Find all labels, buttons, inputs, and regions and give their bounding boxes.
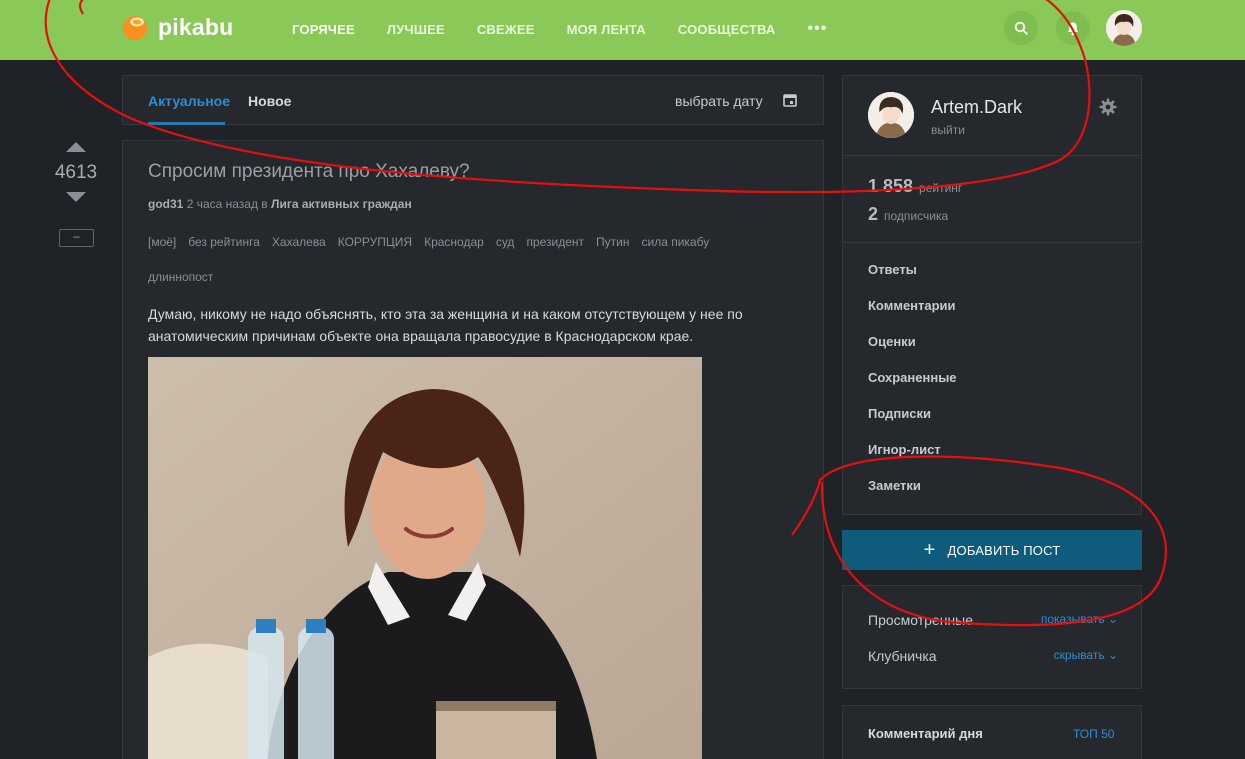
- user-avatar-icon: [1106, 10, 1142, 46]
- chevron-down-icon: ⌄: [1107, 612, 1118, 626]
- nav-communities[interactable]: СООБЩЕСТВА: [662, 22, 792, 37]
- profile-username[interactable]: Artem.Dark: [931, 97, 1022, 118]
- search-button[interactable]: [1004, 11, 1038, 45]
- menu-subscriptions[interactable]: Подписки: [868, 406, 957, 442]
- menu-ratings[interactable]: Оценки: [868, 334, 957, 370]
- top-header: pikabu ГОРЯЧЕЕ ЛУЧШЕЕ СВЕЖЕЕ МОЯ ЛЕНТА С…: [0, 0, 1245, 60]
- post-card: Спросим президента про Хахалеву? god31 2…: [122, 140, 824, 759]
- upvote-icon[interactable]: [66, 142, 86, 152]
- nav-fresh[interactable]: СВЕЖЕЕ: [461, 22, 551, 37]
- logo-icon: [123, 16, 147, 40]
- tag[interactable]: длиннопост: [148, 260, 213, 295]
- tag[interactable]: КОРРУПЦИЯ: [338, 225, 412, 260]
- menu-comments[interactable]: Комментарии: [868, 298, 957, 334]
- vote-block: 4613: [48, 142, 104, 202]
- notifications-button[interactable]: [1056, 11, 1090, 45]
- add-post-label: ДОБАВИТЬ ПОСТ: [947, 542, 1061, 558]
- rating-stat: 1 858 рейтинг: [868, 176, 962, 197]
- search-icon: [1014, 21, 1028, 35]
- filters-card: Просмотренные показывать ⌄ Клубничка скр…: [842, 585, 1142, 689]
- filter-action: показывать: [1040, 612, 1105, 626]
- collapse-post-button[interactable]: –: [59, 229, 94, 247]
- subscribers-label: подписчика: [884, 209, 949, 223]
- post-text: Думаю, никому не надо объяснять, кто эта…: [148, 306, 743, 344]
- post-image[interactable]: [148, 357, 702, 759]
- nav-my-feed[interactable]: МОЯ ЛЕНТА: [551, 22, 662, 37]
- tag[interactable]: Хахалева: [272, 225, 326, 260]
- photo-illustration: [148, 357, 702, 759]
- filter-action: скрывать: [1053, 648, 1105, 662]
- divider: [843, 155, 1141, 156]
- tag[interactable]: Краснодар: [424, 225, 484, 260]
- subscribers-stat: 2 подписчика: [868, 204, 948, 225]
- logo-text: pikabu: [158, 13, 234, 40]
- menu-notes[interactable]: Заметки: [868, 478, 957, 514]
- choose-date-link[interactable]: выбрать дату: [675, 93, 763, 109]
- more-menu-icon[interactable]: •••: [792, 20, 844, 38]
- logo[interactable]: pikabu: [121, 13, 233, 41]
- post-meta: god31 2 часа назад в Лига активных гражд…: [148, 197, 412, 211]
- chevron-down-icon: ⌄: [1107, 648, 1118, 662]
- tag[interactable]: президент: [526, 225, 584, 260]
- tag[interactable]: [моё]: [148, 225, 176, 260]
- tab-actual[interactable]: Актуальное: [148, 93, 230, 109]
- calendar-icon[interactable]: [783, 93, 797, 107]
- tab-new[interactable]: Новое: [248, 93, 291, 109]
- logout-link[interactable]: выйти: [931, 123, 965, 137]
- nav-hot[interactable]: ГОРЯЧЕЕ: [276, 22, 371, 37]
- nav-best[interactable]: ЛУЧШЕЕ: [371, 22, 461, 37]
- comment-of-day-card: Комментарий дня ТОП 50: [842, 705, 1142, 759]
- profile-avatar[interactable]: [868, 92, 914, 138]
- menu-ignore-list[interactable]: Игнор-лист: [868, 442, 957, 478]
- tag[interactable]: Путин: [596, 225, 629, 260]
- gear-icon[interactable]: [1099, 98, 1117, 116]
- profile-menu: Ответы Комментарии Оценки Сохраненные По…: [868, 262, 957, 514]
- bell-icon: [1067, 22, 1079, 35]
- filter-toggle-nsfw[interactable]: скрывать ⌄: [1054, 648, 1118, 664]
- rating-value: 1 858: [868, 176, 914, 196]
- add-post-button[interactable]: + ДОБАВИТЬ ПОСТ: [842, 530, 1142, 570]
- menu-replies[interactable]: Ответы: [868, 262, 957, 298]
- profile-card: Artem.Dark выйти 1 858 рейтинг 2 подписчик…: [842, 75, 1142, 515]
- comment-of-day-title: Комментарий дня: [868, 726, 983, 741]
- filter-row-viewed: Просмотренные показывать ⌄: [868, 612, 1118, 628]
- post-title[interactable]: Спросим президента про Хахалеву?: [148, 161, 470, 183]
- post-rating: 4613: [54, 162, 98, 183]
- filter-label: Просмотренные: [868, 612, 974, 628]
- tag[interactable]: сила пикабу: [641, 225, 709, 260]
- menu-saved[interactable]: Сохраненные: [868, 370, 957, 406]
- top50-link[interactable]: ТОП 50: [1073, 727, 1114, 741]
- filter-toggle-viewed[interactable]: показывать ⌄: [1041, 612, 1118, 628]
- header-avatar[interactable]: [1106, 10, 1142, 46]
- subscribers-value: 2: [868, 204, 879, 224]
- feed-tabs: Актуальное Новое выбрать дату: [122, 75, 824, 125]
- filter-label: Клубничка: [868, 648, 937, 664]
- tag[interactable]: суд: [496, 225, 515, 260]
- rating-label: рейтинг: [919, 181, 963, 195]
- downvote-icon[interactable]: [66, 192, 86, 202]
- user-avatar-icon: [868, 92, 914, 138]
- divider: [843, 242, 1141, 243]
- post-author[interactable]: god31: [148, 197, 183, 211]
- tag[interactable]: без рейтинга: [188, 225, 260, 260]
- active-tab-indicator: [148, 122, 225, 125]
- post-time: 2 часа назад в: [186, 197, 268, 211]
- post-community[interactable]: Лига активных граждан: [271, 197, 412, 211]
- main-nav: ГОРЯЧЕЕ ЛУЧШЕЕ СВЕЖЕЕ МОЯ ЛЕНТА СООБЩЕСТ…: [276, 0, 843, 58]
- plus-icon: +: [923, 539, 936, 561]
- filter-row-nsfw: Клубничка скрывать ⌄: [868, 648, 1118, 664]
- post-tags: [моё] без рейтинга Хахалева КОРРУПЦИЯ Красно…: [148, 225, 788, 295]
